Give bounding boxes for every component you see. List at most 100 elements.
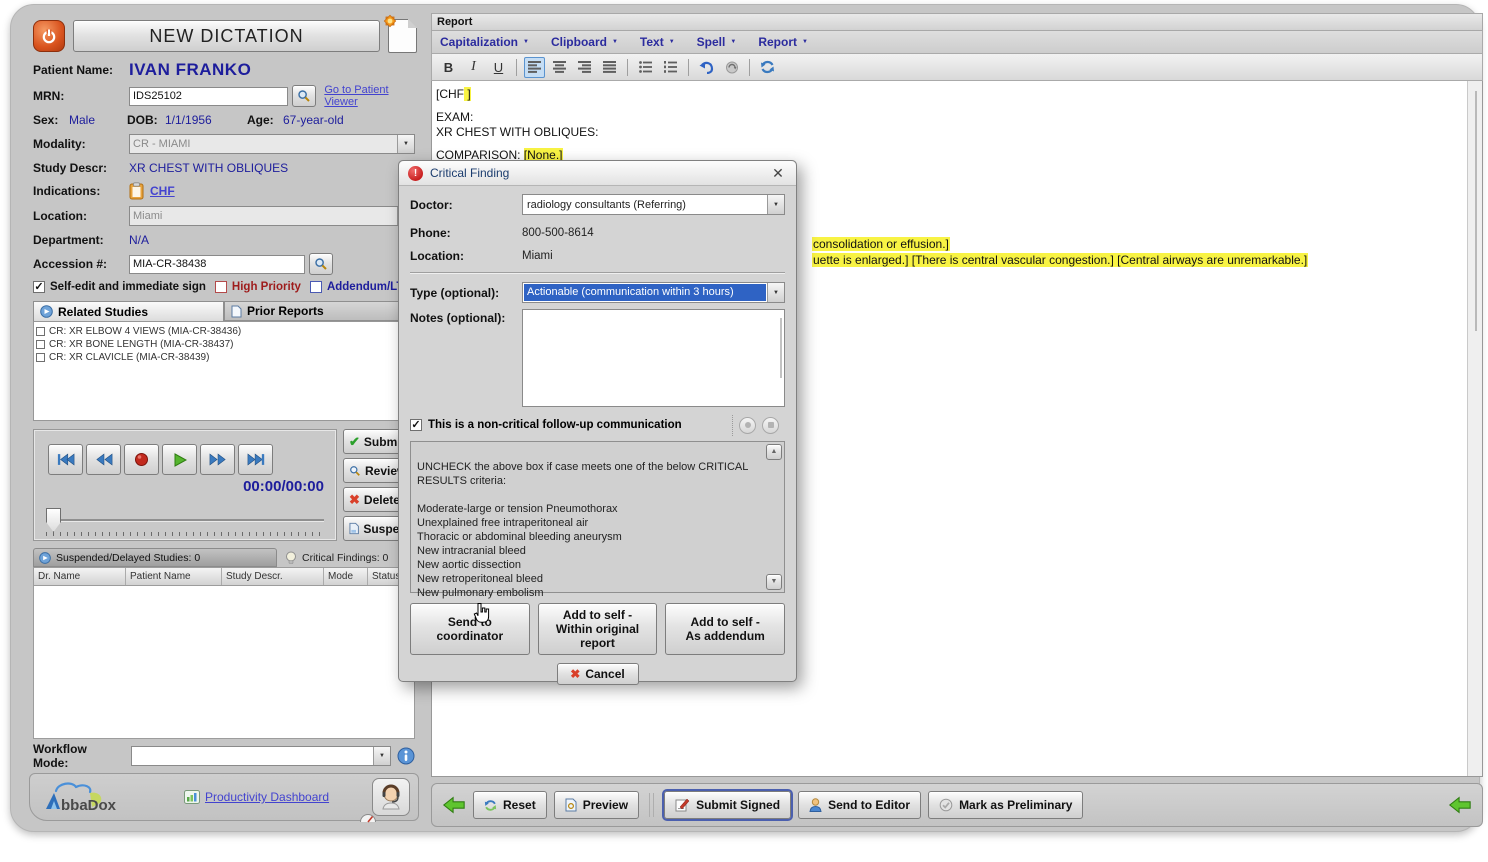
reset-button[interactable]: Reset [473,791,547,819]
col-patient-name[interactable]: Patient Name [126,568,222,585]
scrollbar-thumb[interactable] [780,318,782,378]
power-button[interactable] [33,20,65,52]
workflow-mode-dropdown[interactable]: ▼ [131,746,391,766]
bold-button[interactable]: B [438,57,459,78]
list-item[interactable]: CR: XR BONE LENGTH (MIA-CR-38437) [36,338,412,351]
underline-button[interactable]: U [488,57,509,78]
send-to-editor-button[interactable]: Send to Editor [798,791,921,819]
editor-scrollbar[interactable] [1467,81,1482,776]
doctor-dropdown[interactable]: radiology consultants (Referring) ▼ [522,194,785,215]
slider-track [46,519,324,521]
playback-slider[interactable] [46,508,324,534]
preview-button[interactable]: Preview [554,791,639,819]
record-button[interactable] [124,444,159,475]
fast-forward-button[interactable] [200,444,235,475]
cancel-button[interactable]: ✖ Cancel [557,663,639,685]
productivity-dashboard-link[interactable]: Productivity Dashboard [205,790,329,804]
align-justify-button[interactable] [599,57,620,78]
self-edit-checkbox[interactable] [33,281,45,293]
submit-signed-button[interactable]: Submit Signed [664,791,791,819]
mrn-search-button[interactable] [292,85,316,107]
magnifier-icon [314,257,328,271]
study-checkbox[interactable] [36,353,45,362]
close-icon[interactable]: ✕ [769,165,787,182]
go-to-patient-viewer-link[interactable]: Go to Patient Viewer [324,84,415,108]
menu-report[interactable]: Report [758,35,808,49]
study-checkbox[interactable] [36,327,45,336]
support-agent-button[interactable] [372,778,410,816]
tab-related-studies[interactable]: Related Studies [33,301,224,321]
col-study-descr[interactable]: Study Descr. [222,568,324,585]
new-document-icon[interactable] [388,19,417,53]
add-to-self-within-report-button[interactable]: Add to self - Within original report [538,603,658,655]
scrollbar-thumb[interactable] [1475,91,1477,331]
study-checkbox[interactable] [36,340,45,349]
tab-prior-reports[interactable]: Prior Reports [224,301,415,321]
critical-finding-dialog: ! Critical Finding ✕ Doctor: radiology c… [398,160,797,682]
mrn-input[interactable]: IDS25102 [129,87,288,106]
align-center-button[interactable] [549,57,570,78]
add-to-self-addendum-button[interactable]: Add to self - As addendum [665,603,785,655]
noncritical-checkbox[interactable] [410,419,422,431]
info-icon[interactable] [397,747,415,765]
skip-end-button[interactable] [238,444,273,475]
italic-button[interactable]: I [463,57,484,78]
col-mode[interactable]: Mode [324,568,368,585]
slider-thumb[interactable] [46,508,61,532]
notes-textarea[interactable] [522,309,785,407]
back-arrow-icon[interactable] [442,796,466,814]
bullet-list-button[interactable] [635,57,656,78]
indications-chf-link[interactable]: CHF [150,184,175,198]
rewind-button[interactable] [86,444,121,475]
critical-criteria-box[interactable]: UNCHECK the above box if case meets one … [410,441,785,593]
accession-search-button[interactable] [309,253,333,275]
modality-dropdown[interactable]: CR - MIAMI ▼ [129,134,415,154]
undo-button[interactable] [696,57,717,78]
menu-spell[interactable]: Spell [697,35,737,49]
doctor-value: radiology consultants (Referring) [523,199,686,211]
new-dictation-button[interactable]: NEW DICTATION [73,20,380,52]
dialog-title-bar[interactable]: ! Critical Finding ✕ [399,161,796,186]
menu-text[interactable]: Text [640,35,675,49]
col-dr-name[interactable]: Dr. Name [34,568,126,585]
chevron-down-icon: ▼ [397,135,414,153]
play-icon [173,453,187,467]
stop-audio-button[interactable] [762,417,779,434]
skip-start-button[interactable] [48,444,83,475]
patient-name-label: Patient Name: [33,63,129,77]
back-arrow-icon[interactable] [1448,796,1472,814]
mark-preliminary-button[interactable]: Mark as Preliminary [928,791,1083,819]
addendum-checkbox[interactable] [310,281,322,293]
location-dropdown[interactable]: Miami ▼ [129,206,415,226]
toolbar-separator [627,59,628,76]
critical-alert-icon: ! [408,166,423,181]
menu-clipboard[interactable]: Clipboard [551,35,618,49]
redo-button[interactable] [721,57,742,78]
tab-critical-findings[interactable]: Critical Findings: 0 [277,548,415,567]
sex-label: Sex: [33,113,69,127]
list-item[interactable]: CR: XR ELBOW 4 VIEWS (MIA-CR-38436) [36,325,412,338]
toolbar-separator [688,59,689,76]
play-button[interactable] [162,444,197,475]
send-to-coordinator-button[interactable]: Send to coordinator [410,603,530,655]
align-left-icon [528,61,542,73]
fast-forward-icon [209,453,227,466]
scroll-up-icon[interactable]: ▲ [766,444,782,460]
study-descr-value: XR CHEST WITH OBLIQUES [129,161,288,175]
menu-capitalization[interactable]: Capitalization [440,35,529,49]
dialog-location-value: Miami [522,250,553,262]
type-value: Actionable (communication within 3 hours… [524,284,766,301]
tab-suspended-studies[interactable]: Suspended/Delayed Studies: 0 [33,548,277,567]
align-right-button[interactable] [574,57,595,78]
dialog-location-label: Location: [410,249,522,263]
numbered-list-button[interactable] [660,57,681,78]
accession-input[interactable]: MIA-CR-38438 [129,255,305,274]
scroll-down-icon[interactable]: ▼ [766,574,782,590]
type-dropdown[interactable]: Actionable (communication within 3 hours… [522,282,785,303]
align-left-button[interactable] [524,57,545,78]
record-audio-button[interactable] [739,417,756,434]
list-item[interactable]: CR: XR CLAVICLE (MIA-CR-38439) [36,351,412,364]
refresh-button[interactable] [757,57,778,78]
high-priority-checkbox[interactable] [215,281,227,293]
bullet-list-icon [639,61,653,73]
